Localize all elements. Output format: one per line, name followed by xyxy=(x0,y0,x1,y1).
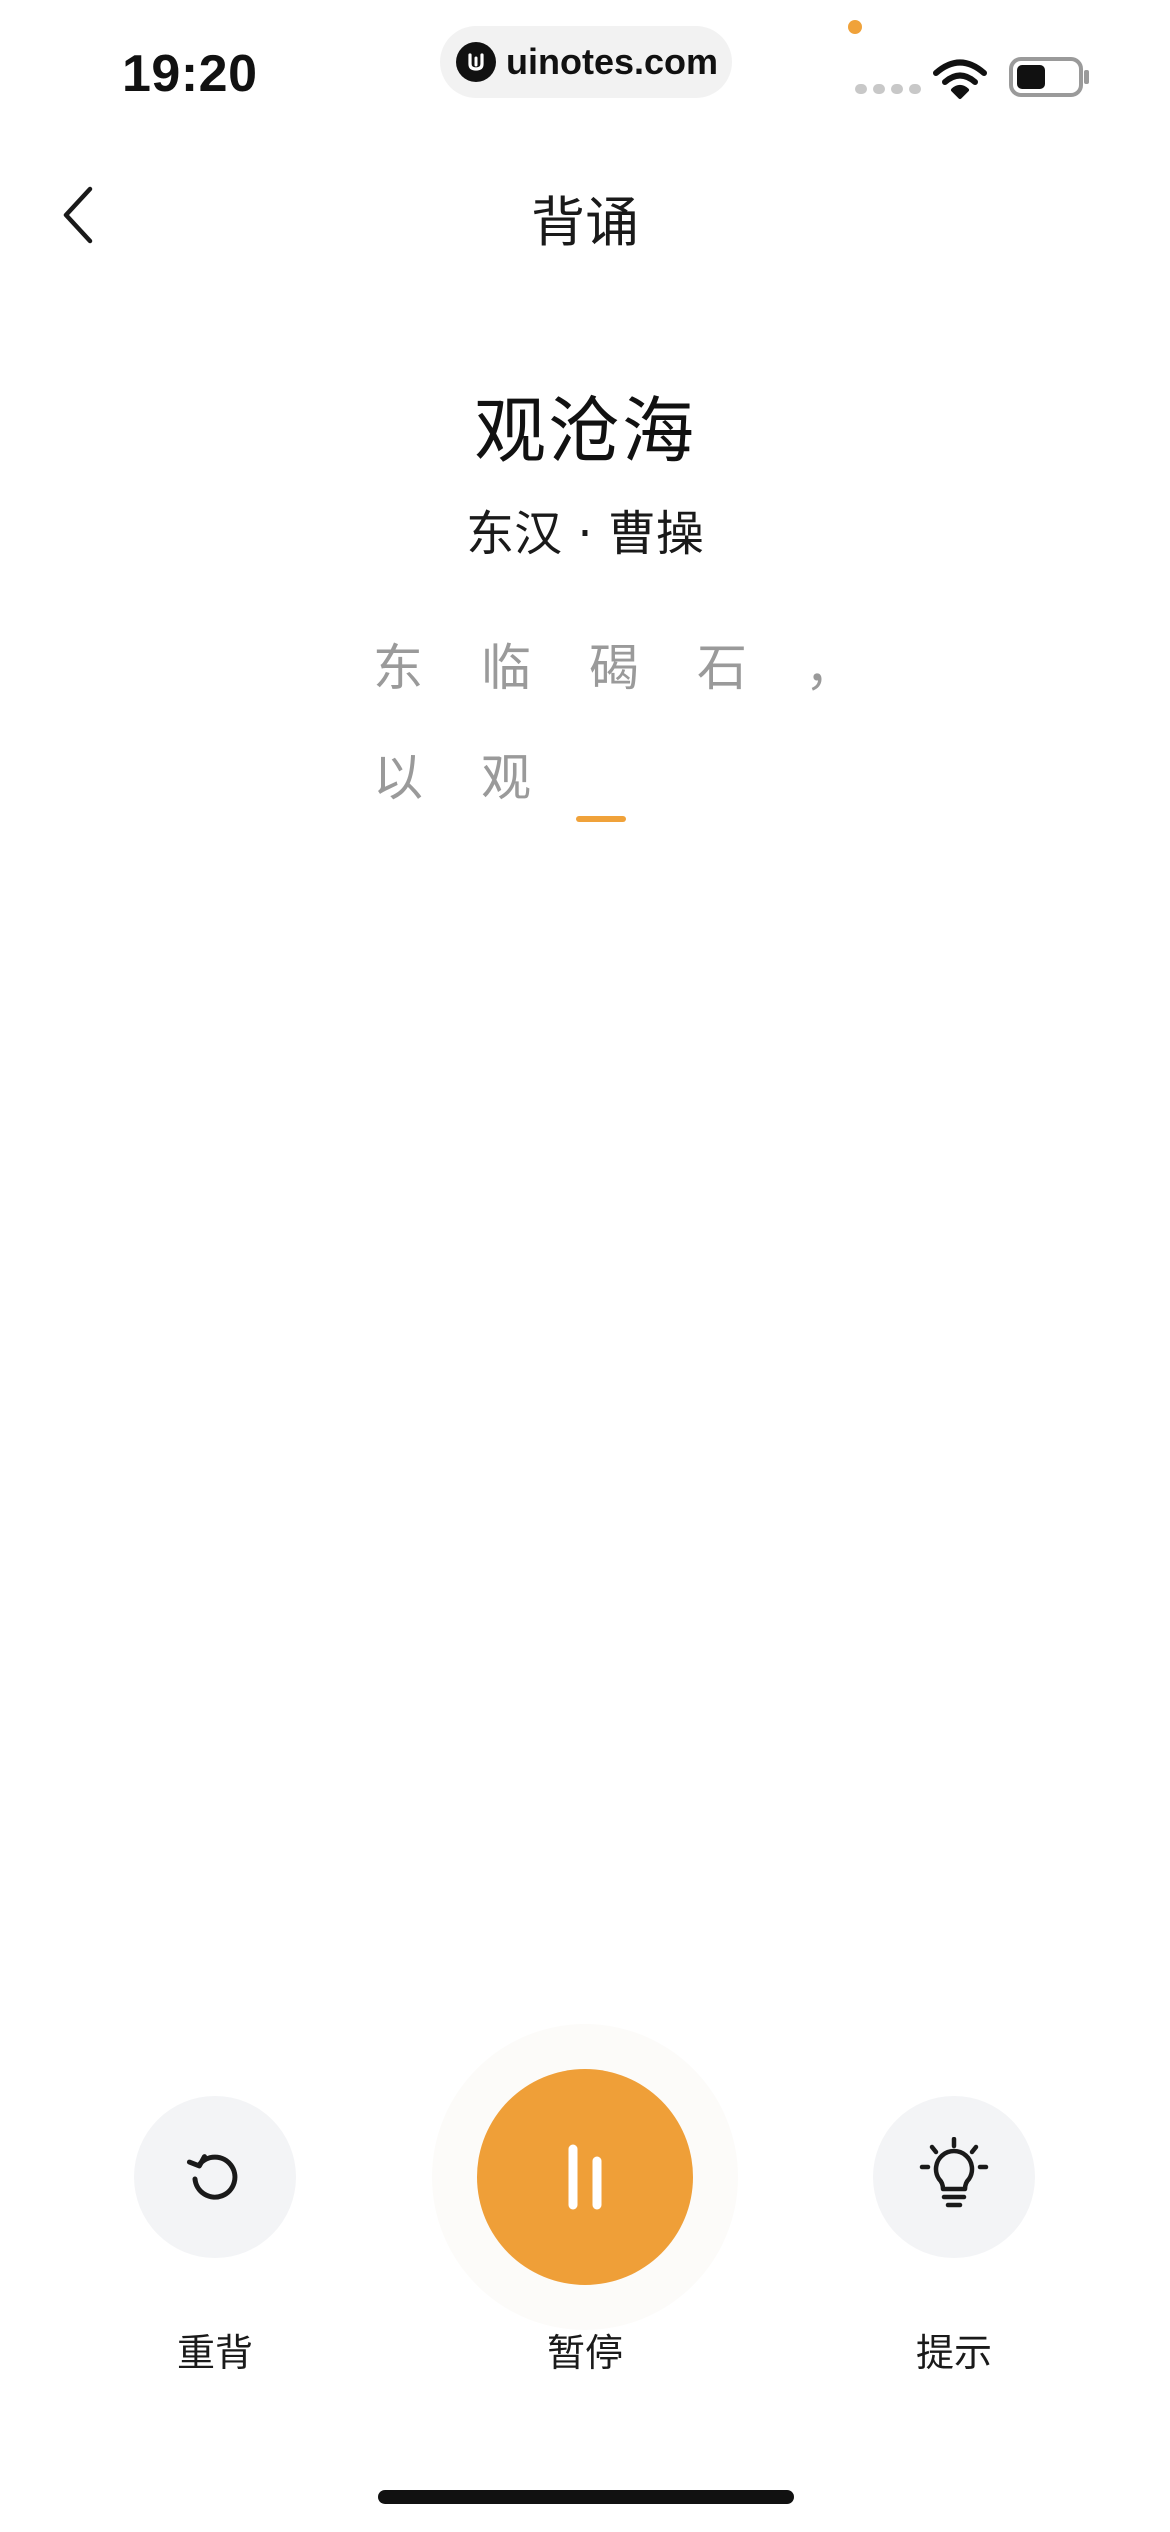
restart-label: 重背 xyxy=(176,2331,253,2375)
privacy-indicator-dot xyxy=(848,20,862,34)
status-time: 19:20 xyxy=(122,45,258,103)
poem-char: 观 xyxy=(481,749,531,807)
pause-button[interactable] xyxy=(477,2069,693,2285)
poem-char: 石 xyxy=(697,639,747,697)
lightbulb-icon xyxy=(919,2137,989,2208)
poem-char: 临 xyxy=(481,639,531,697)
watermark-logo-icon xyxy=(456,42,496,82)
poem-punctuation: ， xyxy=(805,639,855,697)
battery-icon xyxy=(1008,56,1092,98)
poem-char: 碣 xyxy=(589,639,639,697)
hint-button[interactable] xyxy=(873,2096,1035,2258)
restart-button[interactable] xyxy=(134,2096,296,2258)
pause-label: 暂停 xyxy=(546,2331,623,2375)
recitation-cursor xyxy=(576,816,626,822)
poem-title: 观沧海 xyxy=(473,389,696,473)
watermark-text: uinotes.com xyxy=(506,41,719,82)
page-title: 背诵 xyxy=(531,191,639,254)
poem-char: 东 xyxy=(373,639,423,697)
home-indicator[interactable] xyxy=(378,2490,794,2504)
pause-icon xyxy=(568,2144,602,2210)
hint-label: 提示 xyxy=(915,2331,992,2375)
wifi-icon xyxy=(932,58,988,100)
poem-char: 以 xyxy=(373,749,423,807)
watermark-badge: uinotes.com xyxy=(440,26,732,98)
poem-author: 东汉 · 曹操 xyxy=(466,506,704,562)
cellular-signal-icon xyxy=(855,84,921,94)
restart-icon xyxy=(186,2154,238,2200)
